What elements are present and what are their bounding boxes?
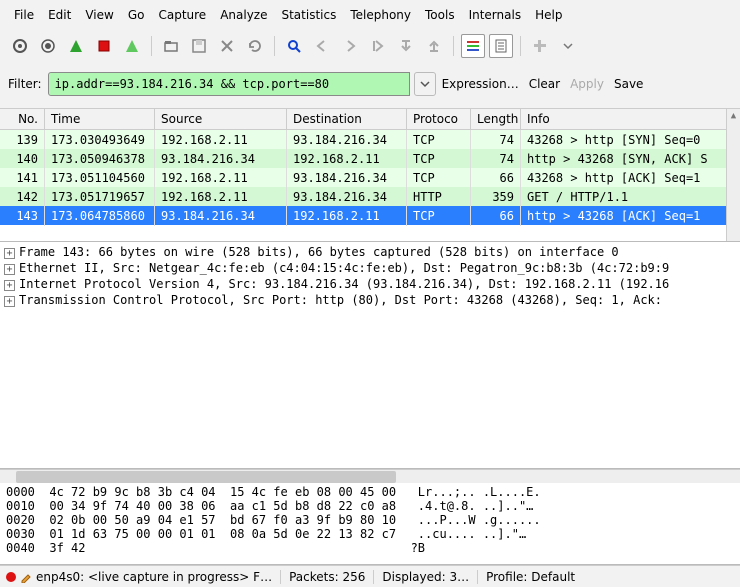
packet-list-header: No. Time Source Destination Protoco Leng…	[0, 109, 740, 130]
filter-clear-link[interactable]: Clear	[529, 77, 560, 91]
go-forward-icon[interactable]	[338, 34, 362, 58]
filter-input[interactable]	[48, 72, 410, 96]
status-profile[interactable]: Profile: Default	[477, 570, 575, 584]
status-packets: Packets: 256	[280, 570, 365, 584]
menu-statistics[interactable]: Statistics	[275, 6, 342, 24]
filter-label: Filter:	[8, 77, 42, 91]
status-displayed: Displayed: 3…	[373, 570, 469, 584]
table-row[interactable]: 141173.051104560192.168.2.1193.184.216.3…	[0, 168, 740, 187]
menu-internals[interactable]: Internals	[463, 6, 528, 24]
stop-capture-icon[interactable]	[92, 34, 116, 58]
toolbar-separator	[520, 36, 521, 56]
toolbar	[0, 30, 740, 62]
table-row[interactable]: 140173.05094637893.184.216.34192.168.2.1…	[0, 149, 740, 168]
go-last-icon[interactable]	[422, 34, 446, 58]
menu-view[interactable]: View	[79, 6, 119, 24]
horizontal-scrollbar[interactable]	[0, 469, 740, 483]
col-header-time[interactable]: Time	[45, 109, 155, 129]
menu-edit[interactable]: Edit	[42, 6, 77, 24]
interfaces-icon[interactable]	[8, 34, 32, 58]
expand-icon[interactable]: +	[4, 248, 15, 259]
auto-scroll-icon[interactable]	[489, 34, 513, 58]
filter-dropdown-button[interactable]	[414, 72, 436, 96]
packet-list-pane: No. Time Source Destination Protoco Leng…	[0, 108, 740, 242]
packet-bytes-pane[interactable]: 0000 4c 72 b9 9c b8 3b c4 04 15 4c fe eb…	[0, 483, 740, 565]
scroll-up-icon[interactable]: ▲	[727, 109, 740, 123]
capture-options-icon[interactable]	[36, 34, 60, 58]
statusbar: enp4s0: <live capture in progress> F… Pa…	[0, 565, 740, 587]
open-icon[interactable]	[159, 34, 183, 58]
toolbar-separator	[274, 36, 275, 56]
start-capture-icon[interactable]	[64, 34, 88, 58]
find-icon[interactable]	[282, 34, 306, 58]
menubar: File Edit View Go Capture Analyze Statis…	[0, 0, 740, 30]
col-header-length[interactable]: Length	[471, 109, 521, 129]
expand-icon[interactable]: +	[4, 264, 15, 275]
packet-details-pane: +Frame 143: 66 bytes on wire (528 bits),…	[0, 242, 740, 469]
expand-icon[interactable]: +	[4, 280, 15, 291]
packet-list-body: 139173.030493649192.168.2.1193.184.216.3…	[0, 130, 740, 225]
tree-node[interactable]: +Transmission Control Protocol, Src Port…	[4, 292, 736, 308]
menu-tools[interactable]: Tools	[419, 6, 461, 24]
col-header-destination[interactable]: Destination	[287, 109, 407, 129]
close-icon[interactable]	[215, 34, 239, 58]
col-header-source[interactable]: Source	[155, 109, 287, 129]
menu-file[interactable]: File	[8, 6, 40, 24]
col-header-protocol[interactable]: Protoco	[407, 109, 471, 129]
table-row[interactable]: 139173.030493649192.168.2.1193.184.216.3…	[0, 130, 740, 149]
menu-go[interactable]: Go	[122, 6, 151, 24]
col-header-no[interactable]: No.	[0, 109, 45, 129]
go-to-packet-icon[interactable]	[366, 34, 390, 58]
menu-help[interactable]: Help	[529, 6, 568, 24]
dropdown-icon[interactable]	[556, 34, 580, 58]
reload-icon[interactable]	[243, 34, 267, 58]
chevron-down-icon	[420, 79, 430, 89]
table-row[interactable]: 143173.06478586093.184.216.34192.168.2.1…	[0, 206, 740, 225]
go-first-icon[interactable]	[394, 34, 418, 58]
toolbar-separator	[453, 36, 454, 56]
status-interface: enp4s0: <live capture in progress> F…	[36, 570, 272, 584]
menu-analyze[interactable]: Analyze	[214, 6, 273, 24]
save-icon[interactable]	[187, 34, 211, 58]
expand-icon[interactable]: +	[4, 296, 15, 307]
col-header-info[interactable]: Info	[521, 109, 740, 129]
vertical-scrollbar[interactable]: ▲	[726, 109, 740, 241]
scrollbar-thumb[interactable]	[16, 471, 396, 483]
edit-capture-icon[interactable]	[20, 571, 32, 583]
table-row[interactable]: 142173.051719657192.168.2.1193.184.216.3…	[0, 187, 740, 206]
menu-telephony[interactable]: Telephony	[344, 6, 417, 24]
filter-expression-link[interactable]: Expression…	[442, 77, 519, 91]
zoom-in-icon[interactable]	[528, 34, 552, 58]
restart-capture-icon[interactable]	[120, 34, 144, 58]
go-back-icon[interactable]	[310, 34, 334, 58]
filter-apply-link[interactable]: Apply	[570, 77, 604, 91]
colorize-icon[interactable]	[461, 34, 485, 58]
tree-node[interactable]: +Frame 143: 66 bytes on wire (528 bits),…	[4, 244, 736, 260]
menu-capture[interactable]: Capture	[152, 6, 212, 24]
tree-node[interactable]: +Internet Protocol Version 4, Src: 93.18…	[4, 276, 736, 292]
capture-status-icon	[6, 572, 16, 582]
filter-save-link[interactable]: Save	[614, 77, 643, 91]
toolbar-separator	[151, 36, 152, 56]
filter-bar: Filter: Expression… Clear Apply Save	[0, 62, 740, 108]
tree-node[interactable]: +Ethernet II, Src: Netgear_4c:fe:eb (c4:…	[4, 260, 736, 276]
